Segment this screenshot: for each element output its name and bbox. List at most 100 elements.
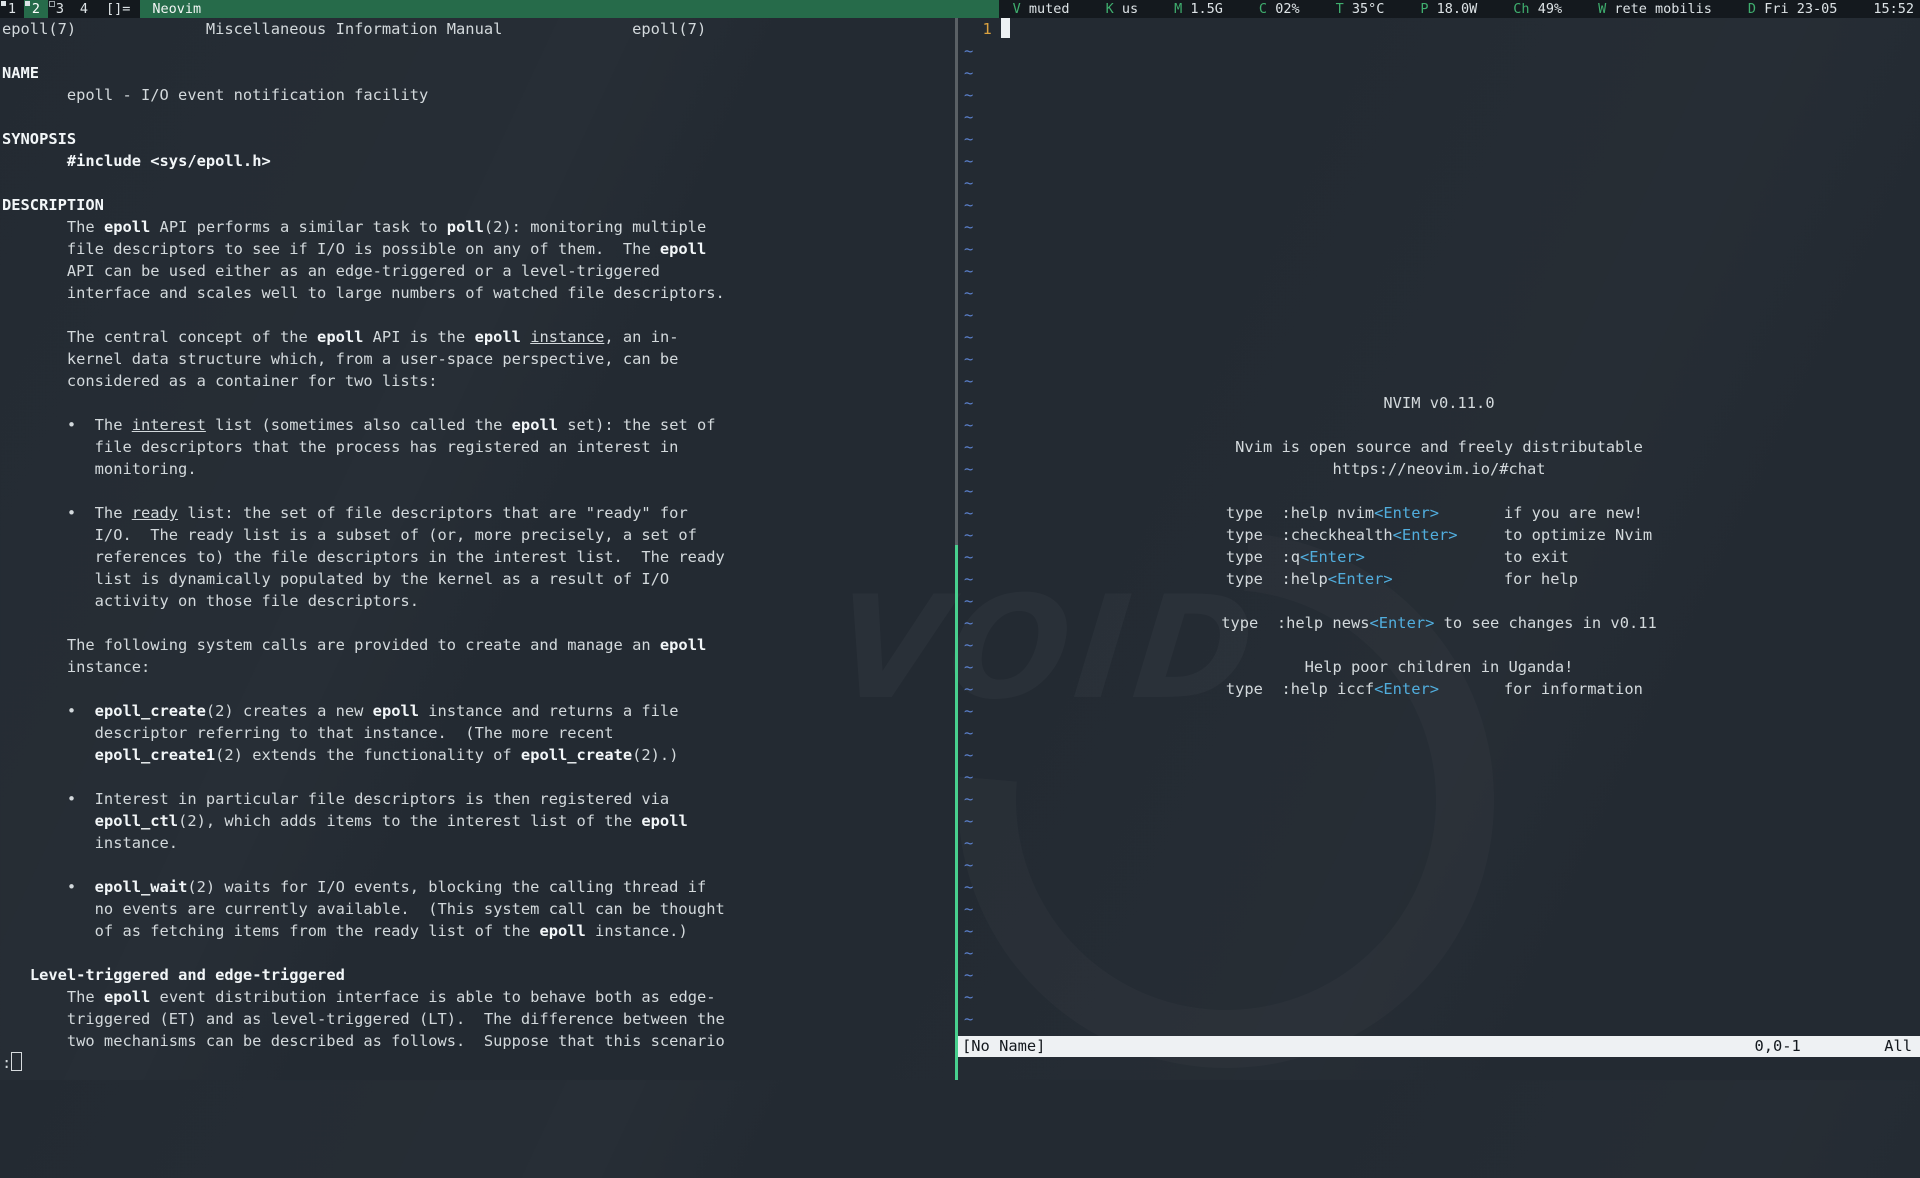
- man-page-pane[interactable]: epoll(7) Miscellaneous Information Manua…: [2, 18, 952, 1080]
- status-value: 1.5G: [1190, 1, 1223, 17]
- tilde: ~: [964, 62, 973, 84]
- status-value: 18.0W: [1437, 1, 1478, 17]
- tag-indicator: [49, 1, 55, 7]
- man-line: epoll - I/O event notification facility: [2, 84, 952, 106]
- status-value: us: [1122, 1, 1138, 17]
- window-title: Neovim: [140, 0, 998, 18]
- man-line: interface and scales well to large numbe…: [2, 282, 952, 304]
- tilde: ~: [964, 304, 973, 326]
- tilde: ~: [964, 106, 973, 128]
- man-line: • Interest in particular file descriptor…: [2, 788, 952, 810]
- man-line: file descriptors that the process has re…: [2, 436, 952, 458]
- tilde: ~: [964, 40, 973, 62]
- workspace-tag-3[interactable]: 3: [48, 0, 72, 18]
- intro-line: Nvim is open source and freely distribut…: [958, 436, 1920, 458]
- tilde: ~: [964, 1008, 973, 1030]
- man-line: The epoll API performs a similar task to…: [2, 216, 952, 238]
- layout-symbol[interactable]: []=: [96, 0, 140, 18]
- man-line: instance.: [2, 832, 952, 854]
- workspace-tag-1[interactable]: 1: [0, 0, 24, 18]
- man-line: The following system calls are provided …: [2, 634, 952, 656]
- man-line: • epoll_wait(2) waits for I/O events, bl…: [2, 876, 952, 898]
- status-item-W: W rete mobilis: [1598, 0, 1712, 18]
- intro-line: NVIM v0.11.0: [958, 392, 1920, 414]
- tilde: ~: [964, 480, 973, 502]
- man-line: two mechanisms can be described as follo…: [2, 1030, 952, 1052]
- neovim-pane[interactable]: 1 ~~~~~~~~~~~~~~~~~~~~~~~~~~~~~~~~~~~~~~…: [958, 18, 1920, 1080]
- man-line: :: [2, 1052, 952, 1074]
- workspace-tag-2[interactable]: 2: [24, 0, 48, 18]
- status-item-V: V muted: [1013, 0, 1070, 18]
- status-value: rete mobilis: [1614, 1, 1712, 17]
- man-line: The central concept of the epoll API is …: [2, 326, 952, 348]
- man-line: file descriptors to see if I/O is possib…: [2, 238, 952, 260]
- man-line: #include <sys/epoll.h>: [2, 150, 952, 172]
- status-item-C: C 02%: [1259, 0, 1300, 18]
- window-divider-bottom[interactable]: [955, 545, 958, 1080]
- man-line: considered as a container for two lists:: [2, 370, 952, 392]
- cursor-block: [1001, 18, 1010, 38]
- status-modules: V mutedK usM 1.5GC 02%T 35°CP 18.0WCh 49…: [999, 0, 1920, 18]
- status-key: K: [1106, 1, 1114, 17]
- tilde: ~: [964, 898, 973, 920]
- intro-line: type :help<Enter> for help: [958, 568, 1920, 590]
- man-line: epoll(7) Miscellaneous Information Manua…: [2, 18, 952, 40]
- man-line: [2, 172, 952, 194]
- man-line: • epoll_create(2) creates a new epoll in…: [2, 700, 952, 722]
- man-line: [2, 854, 952, 876]
- tilde: ~: [964, 348, 973, 370]
- tilde: ~: [964, 128, 973, 150]
- status-item-time: 15:52: [1873, 0, 1914, 18]
- man-line: list is dynamically populated by the ker…: [2, 568, 952, 590]
- desktop: { "colors":{ "bar_bg":"#14191e","bar_gre…: [0, 0, 1920, 1080]
- nvim-statusline: [No Name] 0,0-1 All: [958, 1036, 1920, 1057]
- man-line: [2, 304, 952, 326]
- man-line: Level-triggered and edge-triggered: [2, 964, 952, 986]
- status-key: T: [1336, 1, 1344, 17]
- tilde: ~: [964, 964, 973, 986]
- tilde: ~: [964, 810, 973, 832]
- buffer-line-1: 1: [964, 18, 1010, 40]
- pager-cursor: [11, 1052, 22, 1071]
- tilde: ~: [964, 84, 973, 106]
- tag-indicator: [1, 1, 6, 6]
- tilde: ~: [964, 326, 973, 348]
- status-item-K: K us: [1106, 0, 1139, 18]
- man-line: API can be used either as an edge-trigge…: [2, 260, 952, 282]
- status-key: W: [1598, 1, 1606, 17]
- man-line: [2, 106, 952, 128]
- top-bar: 1234 []= Neovim V muted K us M 1.5G C 02% T …: [0, 0, 1920, 18]
- tilde: ~: [964, 876, 973, 898]
- status-value: Fri 23-05: [1764, 1, 1837, 17]
- tilde: ~: [964, 414, 973, 436]
- status-item-P: P 18.0W: [1420, 0, 1477, 18]
- status-key: M: [1174, 1, 1182, 17]
- man-line: • The interest list (sometimes also call…: [2, 414, 952, 436]
- man-line: monitoring.: [2, 458, 952, 480]
- status-item-M: M 1.5G: [1174, 0, 1223, 18]
- tilde: ~: [964, 150, 973, 172]
- tag-indicator: [25, 1, 30, 6]
- window-divider-top[interactable]: [955, 18, 958, 545]
- status-item-T: T 35°C: [1336, 0, 1385, 18]
- status-value: 35°C: [1352, 1, 1385, 17]
- tilde: ~: [964, 282, 973, 304]
- tilde: ~: [964, 590, 973, 612]
- tilde: ~: [964, 788, 973, 810]
- man-line: I/O. The ready list is a subset of (or, …: [2, 524, 952, 546]
- status-key: C: [1259, 1, 1267, 17]
- tilde: ~: [964, 194, 973, 216]
- status-key: Ch: [1513, 1, 1529, 17]
- man-line: triggered (ET) and as level-triggered (L…: [2, 1008, 952, 1030]
- man-line: [2, 612, 952, 634]
- man-line: references to) the file descriptors in t…: [2, 546, 952, 568]
- status-key: P: [1420, 1, 1428, 17]
- intro-line: type :help iccf<Enter> for information: [958, 678, 1920, 700]
- tilde: ~: [964, 744, 973, 766]
- man-line: The epoll event distribution interface i…: [2, 986, 952, 1008]
- intro-line: type :q<Enter> to exit: [958, 546, 1920, 568]
- tilde: ~: [964, 260, 973, 282]
- workspace-tag-4[interactable]: 4: [72, 0, 96, 18]
- man-line: descriptor referring to that instance. (…: [2, 722, 952, 744]
- intro-line: type :help news<Enter> to see changes in…: [958, 612, 1920, 634]
